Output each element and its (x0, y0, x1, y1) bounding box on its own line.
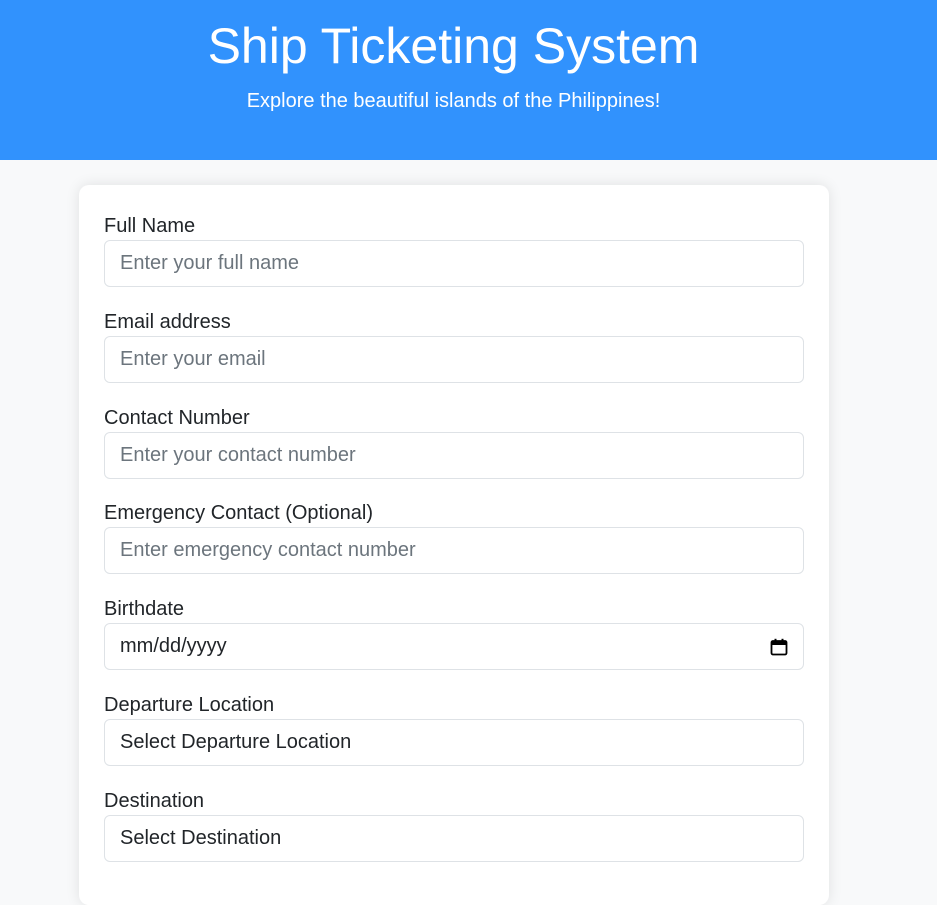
page-subtitle: Explore the beautiful islands of the Phi… (246, 90, 661, 112)
destination-label: Destination (104, 790, 205, 812)
email-field[interactable] (104, 336, 804, 383)
full-name-field[interactable] (104, 240, 804, 287)
full-name-input[interactable] (120, 252, 788, 275)
contact-number-input[interactable] (120, 444, 788, 467)
departure-select[interactable]: Select Departure Location (104, 719, 804, 766)
destination-select[interactable]: Select Destination (104, 815, 804, 862)
page-title: Ship Ticketing System (207, 18, 700, 74)
contact-number-field[interactable] (104, 432, 804, 479)
email-label: Email address (104, 311, 231, 333)
birthdate-display: mm/dd/yyyy (120, 635, 227, 657)
departure-label: Departure Location (104, 694, 275, 716)
emergency-contact-label: Emergency Contact (Optional) (104, 502, 374, 524)
emergency-contact-input[interactable] (120, 539, 788, 562)
contact-number-label: Contact Number (104, 407, 250, 429)
departure-selected-value: Select Departure Location (120, 731, 352, 753)
emergency-contact-field[interactable] (104, 527, 804, 574)
calendar-icon[interactable] (770, 638, 788, 656)
full-name-label: Full Name (104, 215, 196, 237)
birthdate-label: Birthdate (104, 598, 185, 620)
booking-form: Full Name Email address Contact Number E… (79, 185, 829, 905)
email-input[interactable] (120, 348, 788, 371)
birthdate-input[interactable]: mm/dd/yyyy (104, 623, 804, 670)
page-header: Ship Ticketing System Explore the beauti… (0, 0, 937, 160)
destination-selected-value: Select Destination (120, 827, 282, 849)
